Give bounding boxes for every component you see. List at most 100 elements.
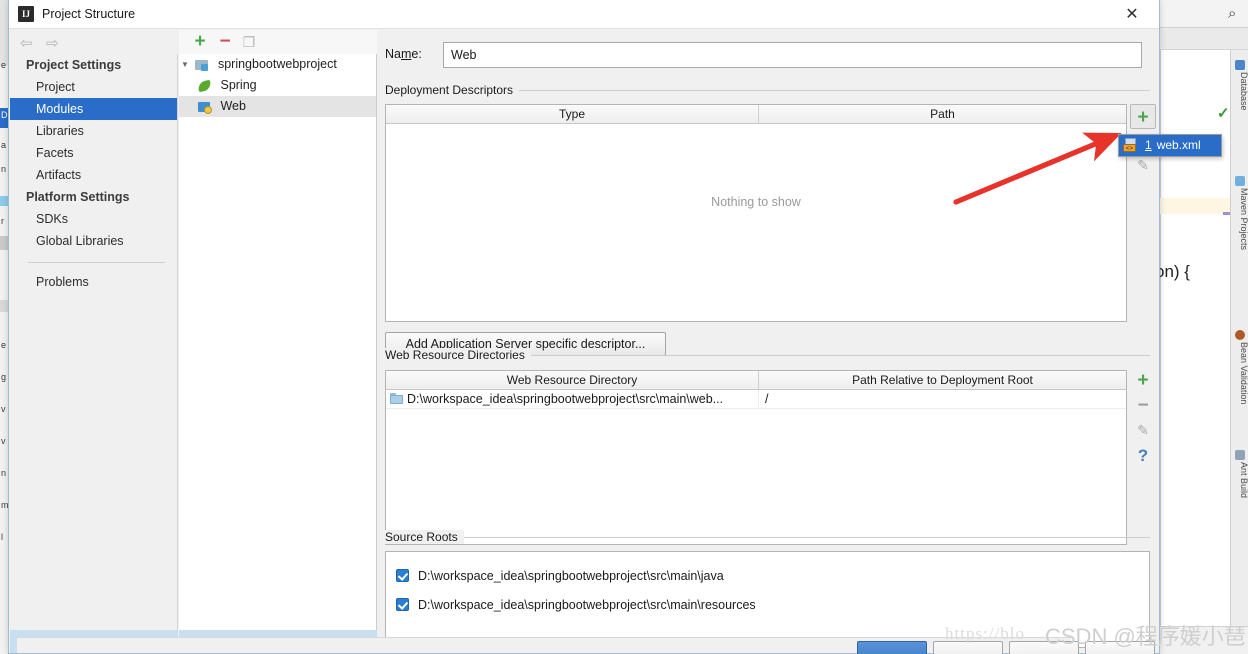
ok-button[interactable] bbox=[857, 641, 927, 654]
dialog-button-bar bbox=[17, 637, 1155, 654]
web-resource-edit-button[interactable]: ✎ bbox=[1130, 418, 1156, 443]
web-resource-directories-toolbar: + − ✎ ? bbox=[1130, 368, 1156, 468]
deployment-descriptors-title: Deployment Descriptors bbox=[385, 83, 520, 97]
module-tree: ▼ springbootwebproject Spring Web bbox=[179, 54, 377, 630]
descriptor-popup-menu: <> 1 web.xml bbox=[1118, 134, 1222, 157]
watermark-brand: CSDN @程序媛小琶 bbox=[1045, 624, 1246, 649]
bg-left-fragment: l bbox=[1, 532, 3, 542]
cell-web-resource-directory: D:\workspace_idea\springbootwebproject\s… bbox=[390, 390, 756, 409]
directory-path-text: D:\workspace_idea\springbootwebproject\s… bbox=[407, 392, 724, 406]
sidebar-item-libraries[interactable]: Libraries bbox=[10, 120, 177, 142]
bg-left-fragment: e bbox=[1, 60, 7, 70]
bg-left-fragment: D bbox=[1, 110, 8, 120]
list-item[interactable]: D:\workspace_idea\springbootwebproject\s… bbox=[386, 591, 1149, 620]
search-icon[interactable]: ⌕ bbox=[1228, 5, 1236, 22]
module-tree-toolbar: + − ❐ bbox=[179, 30, 377, 54]
sidebar-group-project-settings: Project Settings bbox=[26, 58, 122, 72]
bg-left-fragment: n bbox=[1, 468, 7, 478]
tool-window-tab-ant-build[interactable]: Ant Build bbox=[1231, 448, 1248, 498]
screen-root: e D a n r e g v v n m l ⌕ ✓ on) { Databa… bbox=[0, 0, 1248, 654]
web-resource-directories-table: Web Resource Directory Path Relative to … bbox=[385, 370, 1127, 545]
close-icon[interactable]: ✕ bbox=[1113, 0, 1151, 29]
source-root-path: D:\workspace_idea\springbootwebproject\s… bbox=[418, 569, 724, 583]
web-facet-icon bbox=[197, 99, 213, 115]
check-icon: ✓ bbox=[1217, 105, 1230, 122]
sidebar-item-artifacts[interactable]: Artifacts bbox=[10, 164, 177, 186]
popup-item-index: 1 bbox=[1145, 138, 1152, 152]
xml-file-icon: <> bbox=[1123, 138, 1139, 153]
chevron-down-icon[interactable]: ▼ bbox=[179, 54, 191, 75]
copy-module-button[interactable]: ❐ bbox=[239, 32, 259, 52]
group-divider bbox=[513, 90, 1150, 91]
popup-item-web-xml[interactable]: <> 1 web.xml bbox=[1119, 135, 1221, 156]
tree-node-label: Spring bbox=[220, 78, 257, 93]
bg-left-fragment: g bbox=[1, 372, 7, 382]
name-input[interactable] bbox=[443, 42, 1142, 68]
tree-node-web[interactable]: Web bbox=[179, 96, 376, 117]
bg-left-fragment: n bbox=[1, 164, 7, 174]
bg-left-fragment: e bbox=[1, 340, 7, 350]
column-header-web-resource-directory[interactable]: Web Resource Directory bbox=[386, 371, 758, 389]
deployment-descriptors-add-button[interactable]: + bbox=[1130, 104, 1156, 129]
list-item[interactable]: D:\workspace_idea\springbootwebproject\s… bbox=[386, 562, 1149, 591]
source-root-path: D:\workspace_idea\springbootwebproject\s… bbox=[418, 598, 756, 612]
checkbox-icon[interactable] bbox=[396, 569, 409, 582]
forward-arrow-icon[interactable]: ⇨ bbox=[46, 34, 59, 52]
tool-window-tab-bean-validation[interactable]: Bean Validation bbox=[1231, 328, 1248, 404]
tree-node-label: Web bbox=[220, 99, 246, 114]
tool-window-tab-maven-projects[interactable]: Maven Projects bbox=[1231, 174, 1248, 250]
folder-icon bbox=[390, 393, 403, 404]
name-label: Name: bbox=[385, 47, 422, 61]
question-mark-icon: ? bbox=[1137, 446, 1149, 465]
web-resource-add-button[interactable]: + bbox=[1130, 368, 1156, 393]
column-header-path[interactable]: Path bbox=[758, 105, 1126, 123]
nav-toolbar: ⇦ ⇨ bbox=[10, 30, 178, 54]
facet-settings-panel: Name: Deployment Descriptors Type Path N… bbox=[378, 30, 1158, 652]
sidebar-item-modules[interactable]: Modules bbox=[10, 98, 177, 120]
name-row: Name: bbox=[385, 42, 1150, 68]
source-roots-title: Source Roots bbox=[385, 530, 464, 544]
plus-icon: + bbox=[1137, 107, 1149, 128]
group-divider bbox=[523, 355, 1150, 356]
source-roots-list: D:\workspace_idea\springbootwebproject\s… bbox=[385, 551, 1150, 648]
back-arrow-icon[interactable]: ⇦ bbox=[20, 34, 33, 52]
spring-leaf-icon bbox=[197, 78, 213, 94]
web-resource-directories-title: Web Resource Directories bbox=[385, 348, 531, 362]
bg-left-fragment: v bbox=[1, 404, 6, 414]
settings-sidebar: Project Settings Project Modules Librari… bbox=[10, 54, 178, 630]
checkbox-icon[interactable] bbox=[396, 598, 409, 611]
sidebar-item-global-libraries[interactable]: Global Libraries bbox=[10, 230, 177, 252]
bg-left-fragment: r bbox=[1, 216, 4, 226]
table-header-row: Type Path bbox=[386, 105, 1126, 124]
dialog-titlebar: IJ Project Structure ✕ bbox=[9, 0, 1159, 29]
module-icon bbox=[194, 57, 210, 73]
column-header-path-relative[interactable]: Path Relative to Deployment Root bbox=[758, 371, 1126, 389]
sidebar-item-project[interactable]: Project bbox=[10, 76, 177, 98]
editor-highlight-band bbox=[1160, 198, 1230, 214]
pencil-icon: ✎ bbox=[1137, 157, 1149, 173]
web-resource-remove-button[interactable]: − bbox=[1130, 393, 1156, 418]
sidebar-group-platform-settings: Platform Settings bbox=[26, 190, 130, 204]
tree-node-springbootwebproject[interactable]: ▼ springbootwebproject bbox=[179, 54, 376, 75]
cell-relative-path: / bbox=[758, 390, 1126, 409]
plus-icon: + bbox=[1137, 370, 1149, 391]
sidebar-item-problems[interactable]: Problems bbox=[10, 271, 177, 293]
empty-state-message: Nothing to show bbox=[711, 195, 801, 209]
add-module-button[interactable]: + bbox=[190, 32, 210, 52]
watermark-url: https://blo bbox=[945, 624, 1025, 643]
sidebar-divider bbox=[28, 262, 165, 263]
project-structure-dialog: IJ Project Structure ✕ ⇦ ⇨ Project Setti… bbox=[8, 0, 1160, 654]
column-header-type[interactable]: Type bbox=[386, 105, 758, 123]
table-row[interactable]: D:\workspace_idea\springbootwebproject\s… bbox=[386, 390, 1126, 409]
tree-node-label: springbootwebproject bbox=[217, 57, 337, 72]
pencil-icon: ✎ bbox=[1137, 422, 1149, 438]
bg-left-fragment: v bbox=[1, 436, 6, 446]
web-resource-help-button[interactable]: ? bbox=[1130, 443, 1156, 468]
sidebar-item-facets[interactable]: Facets bbox=[10, 142, 177, 164]
tool-window-tab-database[interactable]: Database bbox=[1231, 58, 1248, 111]
deployment-descriptors-table: Type Path Nothing to show bbox=[385, 104, 1127, 322]
tree-node-spring[interactable]: Spring bbox=[179, 75, 376, 96]
remove-module-button[interactable]: − bbox=[215, 32, 235, 52]
popup-item-label: web.xml bbox=[1156, 138, 1201, 152]
sidebar-item-sdks[interactable]: SDKs bbox=[10, 208, 177, 230]
